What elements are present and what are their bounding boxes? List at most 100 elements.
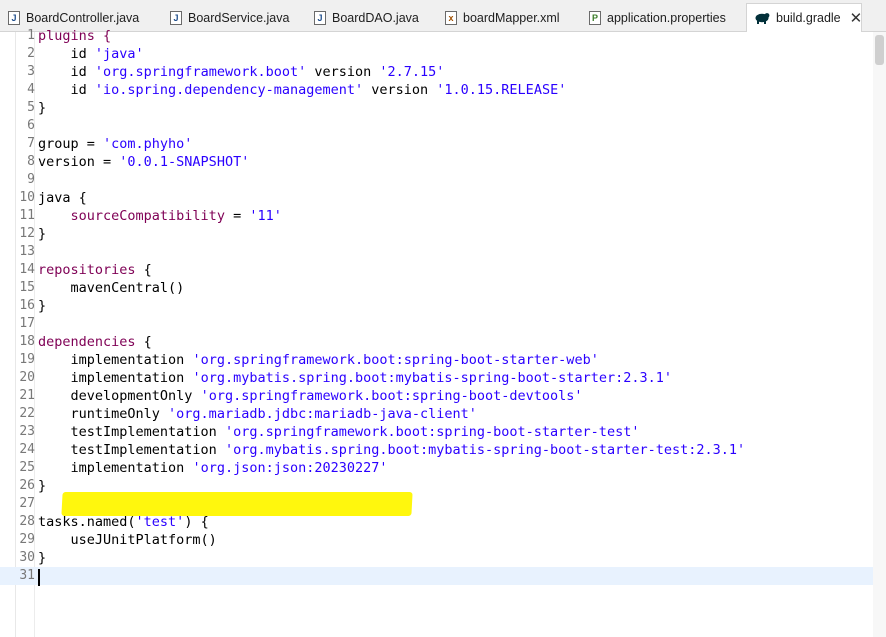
line-number: 14 <box>19 262 35 277</box>
properties-file-icon: P <box>589 10 601 25</box>
code-token: useJUnitPlatform() <box>38 532 217 548</box>
code-line[interactable]: 1 plugins { <box>0 27 873 45</box>
line-number: 15 <box>19 280 35 295</box>
string-literal: 'org.json:json:20230227' <box>192 460 388 476</box>
text-caret <box>38 569 40 586</box>
java-file-icon: J <box>8 10 20 25</box>
code-text: } <box>38 297 46 315</box>
code-line[interactable]: 20 implementation 'org.mybatis.spring.bo… <box>0 369 873 387</box>
code-token: version <box>306 64 380 80</box>
code-token: implementation <box>38 460 193 476</box>
code-line[interactable]: 5} <box>0 99 873 117</box>
line-number: 31 <box>19 568 35 583</box>
line-number: 27 <box>19 496 35 511</box>
code-line[interactable]: 30} <box>0 549 873 567</box>
tab-label: BoardController.java <box>26 10 140 25</box>
code-line[interactable]: 21 developmentOnly 'org.springframework.… <box>0 387 873 405</box>
code-text: sourceCompatibility = '11' <box>38 207 282 225</box>
keyword-token: plugins { <box>38 28 112 44</box>
code-text: group = 'com.phyho' <box>38 135 192 153</box>
code-token: group = <box>38 136 104 152</box>
code-token: id <box>38 46 95 62</box>
vertical-scrollbar[interactable] <box>873 32 886 637</box>
tab-label: BoardDAO.java <box>332 10 419 25</box>
code-line[interactable]: 22 runtimeOnly 'org.mariadb.jdbc:mariadb… <box>0 405 873 423</box>
line-number: 4 <box>27 82 35 97</box>
code-line[interactable]: 7 group = 'com.phyho' <box>0 135 873 153</box>
code-line[interactable]: 31 <box>0 567 873 585</box>
line-number: 23 <box>19 424 35 439</box>
code-token: } <box>38 298 47 314</box>
code-text: plugins { <box>38 27 111 45</box>
line-number: 22 <box>19 406 35 421</box>
code-line[interactable]: 19 implementation 'org.springframework.b… <box>0 351 873 369</box>
code-token: developmentOnly <box>38 388 201 404</box>
line-number: 9 <box>27 172 35 187</box>
code-line[interactable]: 25 implementation 'org.json:json:2023022… <box>0 459 873 477</box>
code-token: = <box>224 208 250 224</box>
code-token: mavenCentral() <box>38 280 185 296</box>
code-token: testImplementation <box>38 442 225 458</box>
code-token: tasks.named( <box>38 514 136 530</box>
line-number: 17 <box>19 316 35 331</box>
code-line[interactable]: 14 repositories { <box>0 261 873 279</box>
line-number: 30 <box>19 550 35 565</box>
scrollbar-thumb[interactable] <box>875 35 884 65</box>
code-line[interactable]: 29 useJUnitPlatform() <box>0 531 873 549</box>
code-line[interactable]: 27 <box>0 495 873 513</box>
line-number: 21 <box>19 388 35 403</box>
code-text: runtimeOnly 'org.mariadb.jdbc:mariadb-ja… <box>38 405 477 423</box>
code-token: } <box>38 478 47 494</box>
string-literal: 'org.mybatis.spring.boot:mybatis-spring-… <box>192 370 672 386</box>
code-token: id <box>38 64 95 80</box>
line-number: 3 <box>27 64 35 79</box>
code-token: { <box>135 334 152 350</box>
code-editor[interactable]: 1 plugins {2 id 'java' 3 id 'org.springfra… <box>0 28 886 637</box>
code-line[interactable]: 6 <box>0 117 873 135</box>
line-number: 12 <box>19 226 35 241</box>
code-text: repositories { <box>38 261 152 279</box>
code-text: } <box>38 99 46 117</box>
code-line[interactable]: 3 id 'org.springframework.boot' version … <box>0 63 873 81</box>
code-line[interactable]: 8 version = '0.0.1-SNAPSHOT' <box>0 153 873 171</box>
code-line[interactable]: 17 <box>0 315 873 333</box>
code-text: } <box>38 549 46 567</box>
line-number: 28 <box>19 514 35 529</box>
code-text: implementation 'org.json:json:20230227' <box>38 459 388 477</box>
tab-label: BoardService.java <box>188 10 290 25</box>
close-icon[interactable]: ✕ <box>850 9 863 27</box>
code-token: version = <box>38 154 120 170</box>
code-line[interactable]: 11 sourceCompatibility = '11' <box>0 207 873 225</box>
line-number: 20 <box>19 370 35 385</box>
code-text: id 'io.spring.dependency-management' ver… <box>38 81 567 99</box>
tab-label: application.properties <box>607 10 726 25</box>
line-number: 24 <box>19 442 35 457</box>
code-token: testImplementation <box>38 424 225 440</box>
code-line[interactable]: 18 dependencies { <box>0 333 873 351</box>
code-token: } <box>38 226 47 242</box>
code-token: ) { <box>184 514 209 530</box>
code-line[interactable]: 28 tasks.named('test') { <box>0 513 873 531</box>
code-text: useJUnitPlatform() <box>38 531 217 549</box>
code-line[interactable]: 26} <box>0 477 873 495</box>
code-line[interactable]: 10 java { <box>0 189 873 207</box>
code-token: runtimeOnly <box>38 406 169 422</box>
line-number: 16 <box>19 298 35 313</box>
string-literal: 'org.springframework.boot:spring-boot-de… <box>200 388 583 404</box>
code-lines: 1 plugins {2 id 'java' 3 id 'org.springfra… <box>0 27 873 585</box>
code-line[interactable]: 4 id 'io.spring.dependency-management' v… <box>0 81 873 99</box>
code-line[interactable]: 9 <box>0 171 873 189</box>
code-line[interactable]: 12} <box>0 225 873 243</box>
line-number: 11 <box>19 208 35 223</box>
code-line[interactable]: 13 <box>0 243 873 261</box>
line-number: 13 <box>19 244 35 259</box>
line-number: 19 <box>19 352 35 367</box>
code-line[interactable]: 2 id 'java' <box>0 45 873 63</box>
code-line[interactable]: 23 testImplementation 'org.springframewo… <box>0 423 873 441</box>
code-line[interactable]: 16} <box>0 297 873 315</box>
code-text: } <box>38 477 46 495</box>
code-line[interactable]: 24 testImplementation 'org.mybatis.sprin… <box>0 441 873 459</box>
line-number: 7 <box>27 136 35 151</box>
code-line[interactable]: 15 mavenCentral() <box>0 279 873 297</box>
